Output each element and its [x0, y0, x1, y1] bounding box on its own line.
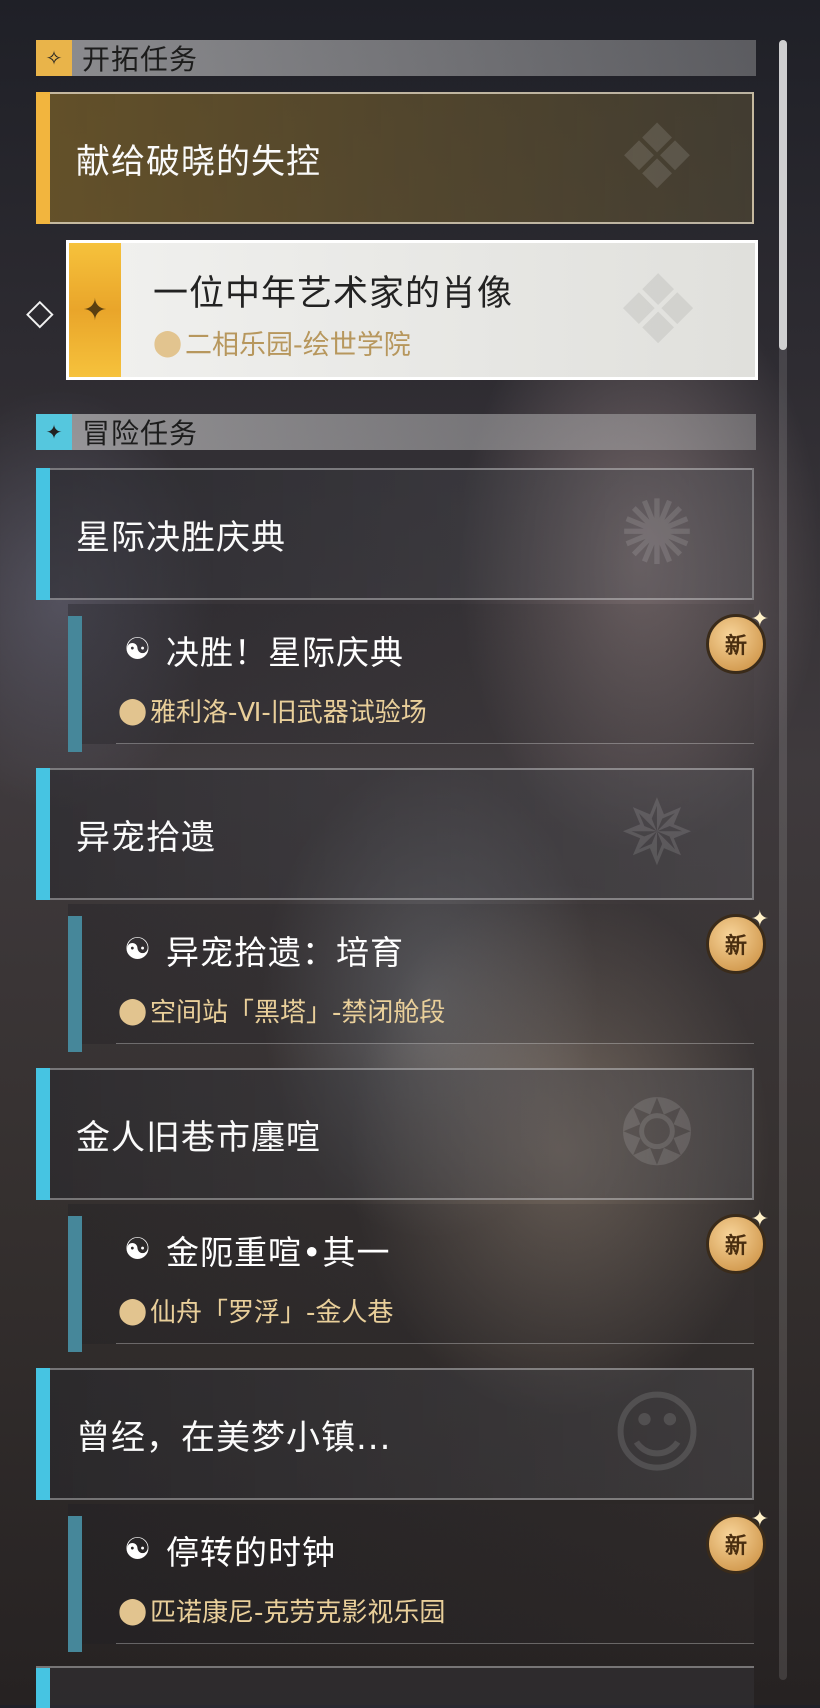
selected-quest[interactable]: ✦ 一位中年艺术家的肖像 ⬤ 二相乐园-绘世学院 ❖ — [66, 240, 758, 380]
mission-emblem-icon: ❂ — [619, 1081, 695, 1186]
divider — [116, 1643, 754, 1644]
location-pin-icon: ⬤ — [118, 995, 148, 1026]
diamond-sparkle-icon: ✧ — [36, 40, 72, 76]
mission-stripe — [36, 1068, 50, 1200]
quest-location-text: 雅利洛-Ⅵ-旧武器试验场 — [150, 698, 427, 728]
mission-emblem-icon: ☺ — [610, 1381, 704, 1486]
divider — [116, 1043, 754, 1044]
mission-stripe — [36, 468, 50, 600]
mission-emblem-icon: ❖ — [616, 105, 698, 210]
scrollbar-thumb[interactable] — [779, 40, 787, 350]
quest-location: ⬤ 空间站「黑塔」-禁闭舱段 — [118, 992, 445, 1029]
star-sparkle-icon: ✦ — [36, 414, 72, 450]
new-badge: 新 ✦ — [706, 1507, 769, 1574]
mission-title: 异宠拾遗 — [76, 817, 216, 858]
quest-title-row: ☯ 异宠拾遗：培育 — [118, 926, 404, 974]
quest-item-4[interactable]: ☯ 停转的时钟 ⬤ 匹诺康尼-克劳克影视乐园 新 ✦ — [68, 1504, 769, 1652]
quest-item-3[interactable]: ☯ 金阨重喧•其一 ⬤ 仙舟「罗浮」-金人巷 新 ✦ — [68, 1204, 769, 1352]
quest-location-text: 二相乐园-绘世学院 — [185, 330, 411, 361]
quest-location-text: 匹诺康尼-克劳克影视乐园 — [150, 1598, 446, 1628]
mission-stripe — [36, 1368, 50, 1500]
quest-bar — [68, 916, 82, 1052]
mission-title: 曾经，在美梦小镇... — [76, 1417, 392, 1458]
mission-stripe — [36, 768, 50, 900]
quest-title: 金阨重喧•其一 — [166, 1233, 391, 1272]
mission-emblem-icon: ✵ — [619, 781, 695, 886]
trailblaze-section-header: ✧ 开拓任务 — [36, 40, 756, 76]
mission-title: 星际决胜庆典 — [76, 517, 286, 558]
adventure-quest-icon: ☯ — [124, 632, 152, 667]
quest-location: ⬤ 二相乐园-绘世学院 — [153, 323, 411, 362]
divider — [116, 743, 754, 744]
mission-title: 金人旧巷市廛喧 — [76, 1117, 321, 1158]
mission-next-peek[interactable] — [36, 1666, 754, 1708]
mission-4[interactable]: 曾经，在美梦小镇... ☺ — [36, 1368, 754, 1500]
quest-active-icon: ✦ — [69, 243, 121, 377]
quest-location: ⬤ 匹诺康尼-克劳克影视乐园 — [118, 1592, 445, 1629]
quest-location: ⬤ 仙舟「罗浮」-金人巷 — [118, 1292, 393, 1329]
mission-stripe — [36, 92, 50, 224]
mission-3[interactable]: 金人旧巷市廛喧 ❂ — [36, 1068, 754, 1200]
quest-location: ⬤ 雅利洛-Ⅵ-旧武器试验场 — [118, 692, 427, 729]
divider — [116, 1343, 754, 1344]
quest-location-text: 仙舟「罗浮」-金人巷 — [150, 1298, 394, 1328]
location-pin-icon: ⬤ — [118, 695, 148, 726]
quest-title: 决胜！星际庆典 — [166, 633, 404, 672]
new-badge: 新 ✦ — [706, 607, 769, 674]
adventure-quest-icon: ☯ — [124, 932, 152, 967]
quest-item-1[interactable]: ☯ 决胜！星际庆典 ⬤ 雅利洛-Ⅵ-旧武器试验场 新 ✦ — [68, 604, 769, 752]
selection-pointer-icon: ◇ — [26, 292, 54, 333]
quest-bar — [68, 1216, 82, 1352]
quest-location-text: 空间站「黑塔」-禁闭舱段 — [150, 998, 446, 1028]
quest-title: 一位中年艺术家的肖像 — [153, 274, 514, 314]
adventure-quest-icon: ☯ — [124, 1232, 152, 1267]
adventure-quest-icon: ☯ — [124, 1532, 152, 1567]
mission-emblem-icon: ✺ — [619, 481, 695, 586]
mission-trailblaze[interactable]: 献给破晓的失控 ❖ — [36, 92, 754, 224]
mission-1[interactable]: 星际决胜庆典 ✺ — [36, 468, 754, 600]
mission-stripe — [36, 1668, 50, 1708]
location-pin-icon: ⬤ — [118, 1295, 148, 1326]
adventure-section-header: ✦ 冒险任务 — [36, 414, 756, 450]
location-pin-icon: ⬤ — [153, 327, 183, 358]
quest-title: 异宠拾遗：培育 — [166, 933, 404, 972]
section-title: 冒险任务 — [82, 417, 199, 450]
new-badge: 新 ✦ — [706, 907, 769, 974]
mission-2[interactable]: 异宠拾遗 ✵ — [36, 768, 754, 900]
mission-title: 献给破晓的失控 — [76, 141, 321, 182]
location-pin-icon: ⬤ — [118, 1595, 148, 1626]
section-title: 开拓任务 — [82, 43, 199, 76]
quest-bar — [68, 616, 82, 752]
quest-title: 停转的时钟 — [166, 1533, 336, 1572]
quest-emblem-icon: ❖ — [614, 254, 702, 366]
quest-title-row: ☯ 金阨重喧•其一 — [118, 1226, 390, 1274]
new-badge: 新 ✦ — [706, 1207, 769, 1274]
quest-title-row: ☯ 决胜！星际庆典 — [118, 626, 404, 674]
quest-title-row: ☯ 停转的时钟 — [118, 1526, 336, 1574]
quest-bar — [68, 1516, 82, 1652]
quest-item-2[interactable]: ☯ 异宠拾遗：培育 ⬤ 空间站「黑塔」-禁闭舱段 新 ✦ — [68, 904, 769, 1052]
